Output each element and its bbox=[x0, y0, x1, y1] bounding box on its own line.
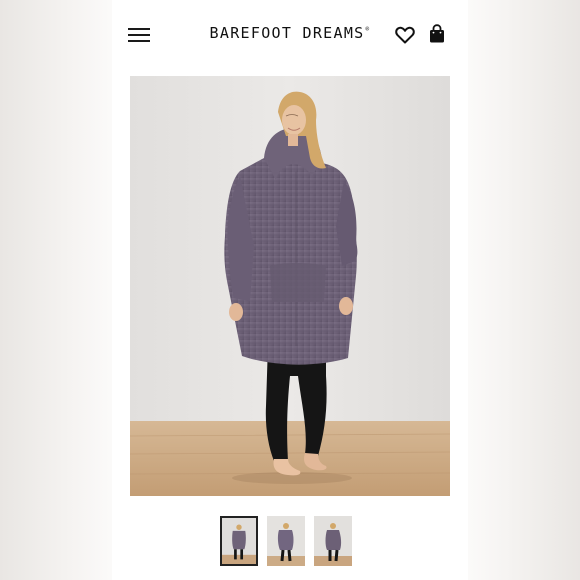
thumbnail-3[interactable] bbox=[314, 516, 352, 566]
registered-mark: ® bbox=[365, 26, 371, 33]
heart-icon[interactable] bbox=[395, 26, 415, 44]
phone-screen: BAREFOOT DREAMS® bbox=[112, 0, 468, 580]
hamburger-menu-icon[interactable] bbox=[128, 27, 150, 43]
shopping-bag-icon[interactable] bbox=[428, 24, 446, 44]
brand-logo[interactable]: BAREFOOT DREAMS® bbox=[208, 24, 372, 42]
brand-name: BAREFOOT DREAMS bbox=[209, 24, 365, 42]
site-header: BAREFOOT DREAMS® bbox=[112, 0, 468, 70]
thumbnail-strip bbox=[112, 514, 468, 570]
thumbnail-2[interactable] bbox=[267, 516, 305, 566]
main-product-image[interactable] bbox=[130, 76, 450, 496]
thumbnail-1[interactable] bbox=[220, 516, 258, 566]
